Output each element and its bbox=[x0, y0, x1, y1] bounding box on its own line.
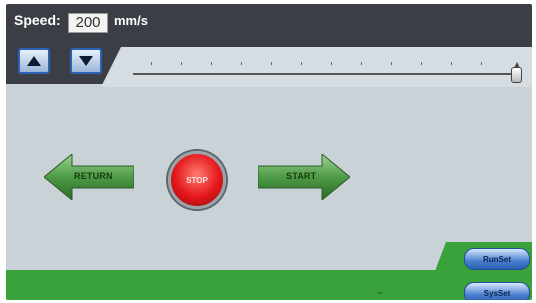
slider-tick bbox=[151, 62, 152, 65]
slider-tick bbox=[331, 62, 332, 65]
position-slider-knob[interactable] bbox=[511, 62, 522, 83]
slider-tick bbox=[391, 62, 392, 65]
slider-tick bbox=[361, 62, 362, 65]
return-button[interactable]: RETURN bbox=[43, 152, 135, 202]
speed-label: Speed: bbox=[14, 12, 61, 28]
speed-input[interactable]: 200 bbox=[68, 13, 108, 33]
position-slider-track[interactable] bbox=[133, 73, 518, 75]
start-label: START bbox=[286, 171, 317, 181]
slider-tick bbox=[271, 62, 272, 65]
slider-tick bbox=[241, 62, 242, 65]
slider-tick bbox=[181, 62, 182, 65]
sysset-button[interactable]: SysSet bbox=[464, 282, 530, 300]
slider-tick bbox=[301, 62, 302, 65]
return-label: RETURN bbox=[74, 171, 113, 181]
hmi-screen: Speed: 200 mm/s RETURN STOP START RunSet… bbox=[6, 4, 532, 300]
up-triangle-icon bbox=[27, 56, 41, 66]
stop-label: STOP bbox=[186, 175, 208, 185]
speed-up-button[interactable] bbox=[18, 48, 50, 74]
slider-tick bbox=[421, 62, 422, 65]
slider-tick bbox=[211, 62, 212, 65]
start-button[interactable]: START bbox=[257, 152, 351, 202]
stop-button[interactable]: STOP bbox=[168, 151, 226, 209]
down-triangle-icon bbox=[79, 56, 93, 66]
slider-tick bbox=[451, 62, 452, 65]
bottom-marker bbox=[378, 292, 382, 294]
slider-panel bbox=[101, 47, 532, 87]
speed-down-button[interactable] bbox=[70, 48, 102, 74]
speed-unit: mm/s bbox=[114, 13, 148, 28]
runset-button[interactable]: RunSet bbox=[464, 248, 530, 270]
slider-tick bbox=[481, 62, 482, 65]
